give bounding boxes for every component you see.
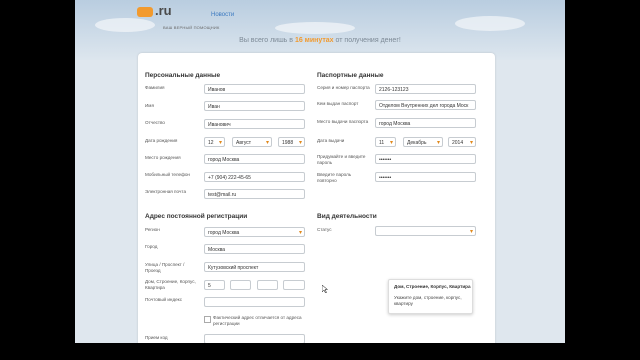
field-hint-tooltip: Дом, Строение, Корпус, Квартира Укажите … xyxy=(388,279,473,314)
street-field[interactable]: Кутузовский проспект xyxy=(204,262,305,272)
personal-section-title: Персональные данные xyxy=(145,72,221,79)
postcode-label: Почтовый индекс xyxy=(145,297,183,302)
block-field[interactable] xyxy=(257,280,278,290)
status-select[interactable] xyxy=(375,226,476,236)
phone-label: Мобильный телефон xyxy=(145,172,190,177)
patronymic-label: Отчество xyxy=(145,120,165,125)
email-field[interactable]: test@mail.ru xyxy=(204,189,305,199)
region-label: Регион xyxy=(145,227,160,232)
surname-label: Фамилия xyxy=(145,85,165,90)
password-repeat-label: Введите пароль повторно xyxy=(317,172,352,183)
birthdate-label: Дата рождения xyxy=(145,138,178,143)
tagline: Вы всего лишь в 16 минутах от получения … xyxy=(239,37,401,44)
birth-month-select[interactable]: Август xyxy=(232,137,272,147)
hint-title: Дом, Строение, Корпус, Квартира xyxy=(394,284,471,289)
house-field[interactable]: 5 xyxy=(204,280,225,290)
birthplace-label: Место рождения xyxy=(145,155,181,160)
news-link[interactable]: Новости xyxy=(211,12,234,18)
city-label: Город xyxy=(145,244,158,249)
extra-field[interactable] xyxy=(204,334,305,343)
issue-place-field[interactable]: город Москва xyxy=(375,118,476,128)
name-label: Имя xyxy=(145,103,154,108)
password-repeat-field[interactable]: ••••••• xyxy=(375,172,476,182)
surname-field[interactable]: Иванов xyxy=(204,84,305,94)
issued-by-field[interactable]: Отделом Внутренних дел города Моск xyxy=(375,100,476,110)
browser-page: .ru ВАШ ВЕРНЫЙ ПОМОЩНИК Новости Вы всего… xyxy=(75,0,565,343)
mouse-cursor-icon xyxy=(322,285,328,293)
building-field[interactable] xyxy=(230,280,251,290)
activity-section-title: Вид деятельности xyxy=(317,213,377,220)
issued-by-label: Кем выдан паспорт xyxy=(317,101,359,106)
site-logo[interactable]: .ru xyxy=(137,3,172,18)
postcode-field[interactable] xyxy=(204,297,305,307)
passport-section-title: Паспортные данные xyxy=(317,72,384,79)
different-address-checkbox[interactable] xyxy=(204,316,211,323)
region-select[interactable]: город Москва xyxy=(204,227,305,237)
birth-year-select[interactable]: 1988 xyxy=(278,137,305,147)
password-label: Придумайте и введите пароль xyxy=(317,154,366,165)
email-label: Электронная почта xyxy=(145,189,186,194)
apartment-field[interactable] xyxy=(283,280,305,290)
password-field[interactable]: ••••••• xyxy=(375,154,476,164)
different-address-label: Фактический адрес отличается от адреса р… xyxy=(213,315,302,326)
birth-day-select[interactable]: 12 xyxy=(204,137,225,147)
issue-year-select[interactable]: 2014 xyxy=(448,137,476,147)
issue-month-select[interactable]: Декабрь xyxy=(403,137,443,147)
street-label: Улица / Проспект / Проезд xyxy=(145,262,185,273)
issue-day-select[interactable]: 11 xyxy=(375,137,396,147)
patronymic-field[interactable]: Иванович xyxy=(204,119,305,129)
address-section-title: Адрес постоянной регистрации xyxy=(145,213,248,220)
extra-label: Прием код xyxy=(145,335,168,340)
name-field[interactable]: Иван xyxy=(204,101,305,111)
logo-icon xyxy=(137,6,153,17)
passport-series-field[interactable]: 2126-123123 xyxy=(375,84,476,94)
passport-series-label: Серия и номер паспорта xyxy=(317,85,370,90)
phone-field[interactable]: +7 (904) 222-45-65 xyxy=(204,172,305,182)
status-label: Статус xyxy=(317,227,332,232)
issue-place-label: Место выдачи паспорта xyxy=(317,119,369,124)
hint-text: Укажите дом, строение, корпус, квартиру xyxy=(394,295,462,306)
video-frame: .ru ВАШ ВЕРНЫЙ ПОМОЩНИК Новости Вы всего… xyxy=(0,0,640,360)
birthplace-field[interactable]: город Москва xyxy=(204,154,305,164)
issue-date-label: Дата выдачи xyxy=(317,138,345,143)
house-label: Дом, Строение, Корпус, Квартира xyxy=(145,279,196,290)
logo-subtitle: ВАШ ВЕРНЫЙ ПОМОЩНИК xyxy=(163,25,220,30)
city-field[interactable]: Москва xyxy=(204,244,305,254)
